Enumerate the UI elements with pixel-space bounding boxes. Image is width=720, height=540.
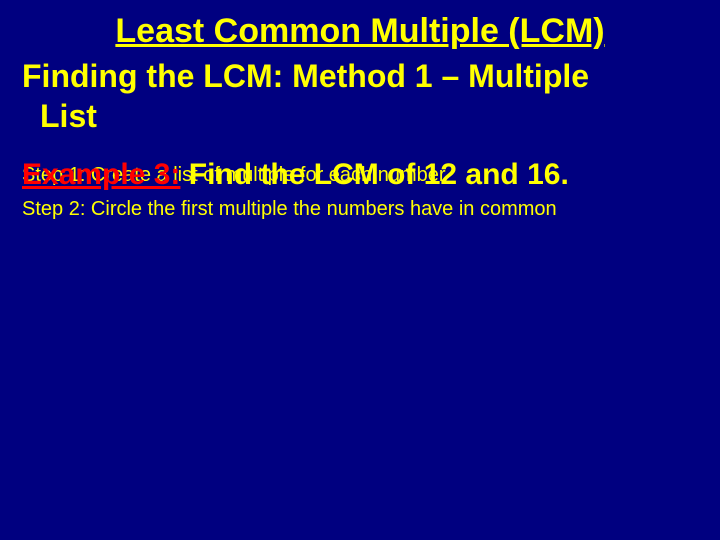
example-rest: Find the LCM of 12 and 16. — [180, 158, 568, 191]
subtitle-line-1: Finding the LCM: Method 1 – Multiple — [22, 58, 589, 94]
slide-subtitle: Finding the LCM: Method 1 – Multiple Lis… — [22, 56, 702, 136]
overlapping-text: Step 1: Create a list of multiple for ea… — [22, 158, 702, 198]
slide-title: Least Common Multiple (LCM) — [0, 12, 720, 51]
example-label: Example 3: — [22, 158, 180, 191]
subtitle-line-2: List — [22, 96, 702, 136]
example-line: Example 3: Find the LCM of 12 and 16. — [22, 158, 569, 192]
step-2-text: Step 2: Circle the first multiple the nu… — [22, 198, 557, 221]
slide: Least Common Multiple (LCM) Finding the … — [0, 0, 720, 540]
overlay-region: Step 1: Create a list of multiple for ea… — [22, 158, 702, 198]
